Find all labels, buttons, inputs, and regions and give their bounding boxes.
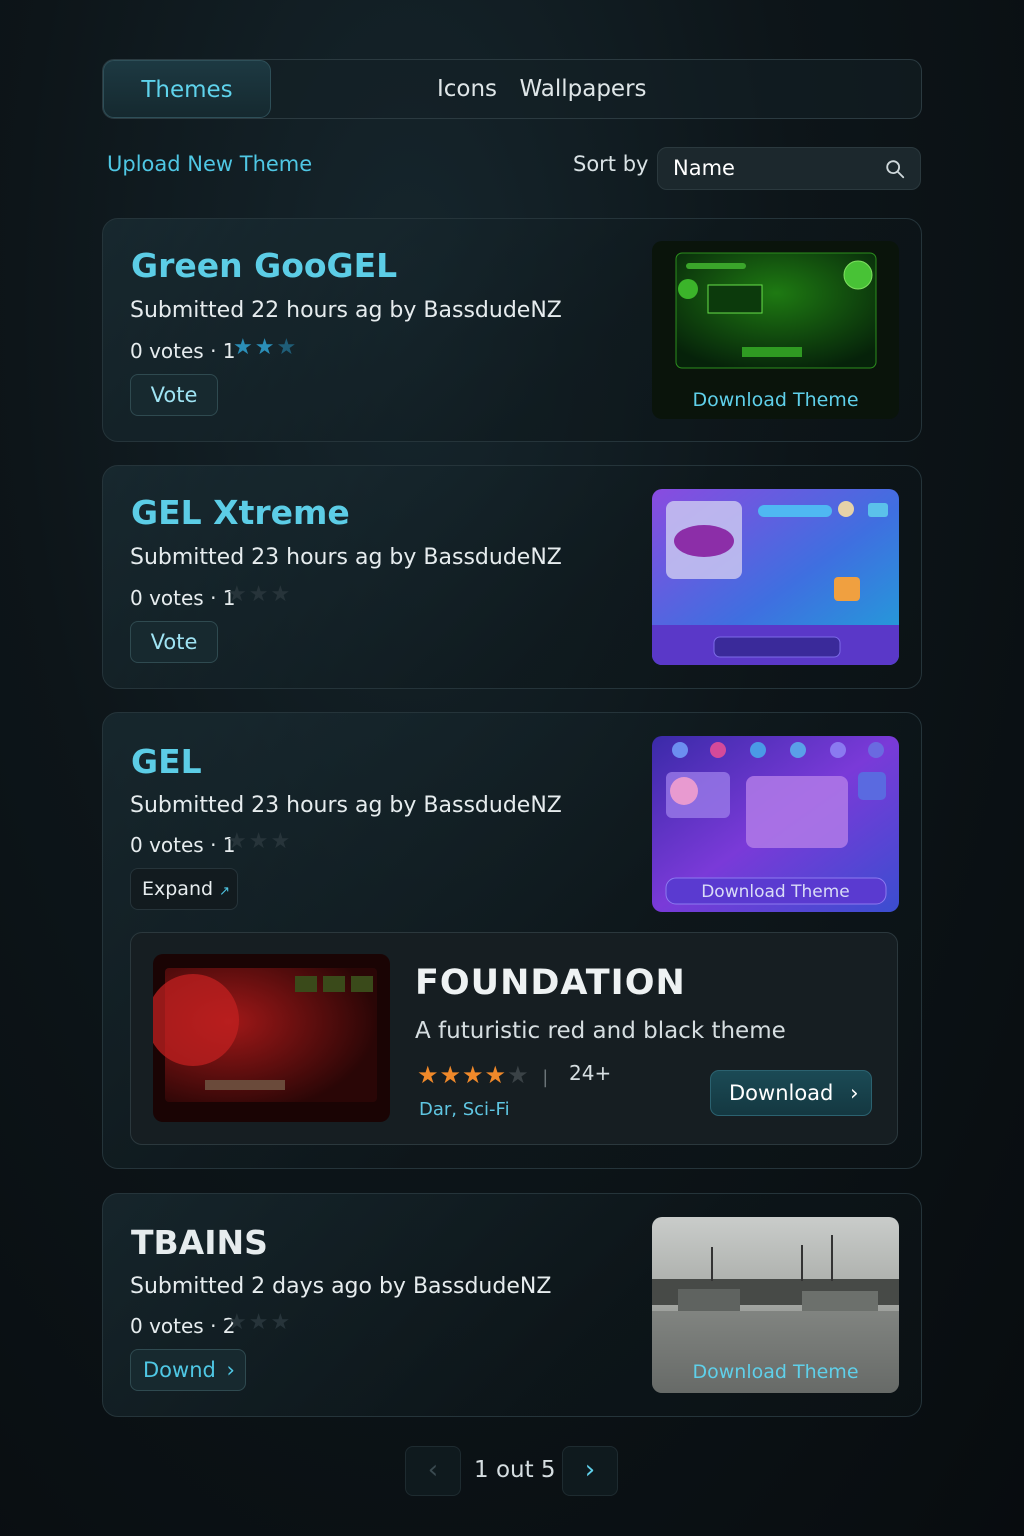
rating-stars: ★★★ bbox=[227, 582, 292, 607]
theme-card: TBAINS Submitted 2 days ago by BassdudeN… bbox=[102, 1193, 922, 1417]
sort-by-label: Sort by bbox=[573, 152, 649, 176]
external-link-icon: ↗ bbox=[219, 884, 231, 899]
featured-rating: ★★★★★ | bbox=[417, 1061, 549, 1089]
previous-page-button[interactable]: ‹ bbox=[405, 1446, 461, 1496]
tab-themes[interactable]: Themes bbox=[103, 60, 271, 118]
theme-thumbnail[interactable]: Download Theme bbox=[652, 241, 899, 419]
upload-new-theme-link[interactable]: Upload New Theme bbox=[107, 152, 312, 176]
vote-button[interactable]: Vote bbox=[130, 621, 218, 663]
download-button[interactable]: Download › bbox=[710, 1070, 872, 1116]
theme-card: GEL Submitted 23 hours ag by BassdudeNZ … bbox=[102, 712, 922, 1169]
star-icon: ★ bbox=[484, 1061, 508, 1089]
star-icon: ★ bbox=[270, 1310, 293, 1335]
download-button[interactable]: Downd › bbox=[130, 1349, 246, 1391]
download-button-label: Downd bbox=[143, 1358, 216, 1382]
theme-card: GEL Xtreme Submitted 23 hours ag by Bass… bbox=[102, 465, 922, 689]
featured-description: A futuristic red and black theme bbox=[415, 1018, 786, 1044]
theme-submitted: Submitted 23 hours ag by BassdudeNZ bbox=[130, 545, 562, 570]
star-icon: ★ bbox=[462, 1061, 485, 1089]
download-theme-link[interactable]: Download Theme bbox=[652, 882, 899, 902]
featured-preview-graphic bbox=[153, 954, 390, 1122]
star-icon: ★ bbox=[248, 582, 271, 607]
theme-votes: 0 votes · 1 bbox=[130, 586, 236, 610]
download-theme-link[interactable]: Download Theme bbox=[652, 1361, 899, 1383]
theme-thumbnail[interactable]: Download Theme bbox=[652, 1217, 899, 1393]
theme-votes: 0 votes · 1 bbox=[130, 833, 236, 857]
chevron-right-icon: › bbox=[584, 1455, 596, 1485]
chevron-right-icon: › bbox=[226, 1358, 235, 1382]
star-icon: ★ bbox=[227, 1310, 249, 1335]
star-icon: ★ bbox=[439, 1061, 463, 1089]
tab-wallpapers[interactable]: Wallpapers bbox=[483, 60, 683, 118]
expand-label: Expand bbox=[142, 878, 214, 900]
theme-submitted: Submitted 22 hours ag by BassdudeNZ bbox=[130, 298, 562, 323]
sort-value: Name bbox=[673, 156, 735, 180]
star-icon: ★ bbox=[227, 829, 249, 854]
download-button-label: Download bbox=[729, 1081, 834, 1105]
theme-thumbnail[interactable] bbox=[652, 489, 899, 665]
search-icon[interactable] bbox=[884, 158, 906, 180]
star-icon: ★ bbox=[227, 582, 249, 607]
theme-thumbnail[interactable]: Download Theme bbox=[652, 736, 899, 912]
featured-title: FOUNDATION bbox=[415, 963, 686, 1003]
star-icon: ★ bbox=[507, 1061, 530, 1089]
star-icon: ★ bbox=[254, 335, 277, 360]
theme-submitted: Submitted 23 hours ag by BassdudeNZ bbox=[130, 793, 562, 818]
star-icon: ★ bbox=[270, 829, 293, 854]
rating-stars: ★★★ bbox=[233, 335, 298, 360]
featured-theme-panel: FOUNDATION A futuristic red and black th… bbox=[130, 932, 898, 1145]
chevron-left-icon: ‹ bbox=[427, 1455, 439, 1485]
rating-divider: | bbox=[542, 1067, 550, 1088]
featured-tags: Dar, Sci-Fi bbox=[419, 1099, 510, 1120]
star-icon: ★ bbox=[276, 335, 299, 360]
next-page-button[interactable]: › bbox=[562, 1446, 618, 1496]
rating-stars: ★★★ bbox=[227, 829, 292, 854]
star-icon: ★ bbox=[248, 829, 271, 854]
star-icon: ★ bbox=[417, 1061, 440, 1089]
theme-votes: 0 votes · 2 bbox=[130, 1314, 236, 1338]
star-icon: ★ bbox=[248, 1310, 271, 1335]
featured-theme-image[interactable] bbox=[153, 954, 390, 1122]
theme-title[interactable]: TBAINS bbox=[131, 1223, 268, 1262]
page-indicator: 1 out 5 bbox=[474, 1457, 556, 1483]
theme-submitted: Submitted 2 days ago by BassdudeNZ bbox=[130, 1274, 552, 1299]
tab-bar: Themes Icons Wallpapers bbox=[102, 59, 922, 119]
expand-button[interactable]: Expand ↗ bbox=[130, 868, 238, 910]
rating-stars: ★★★ bbox=[227, 1310, 292, 1335]
theme-title[interactable]: GEL bbox=[131, 742, 202, 781]
theme-title[interactable]: GEL Xtreme bbox=[131, 493, 350, 532]
theme-preview-image bbox=[652, 489, 899, 665]
age-rating: 24+ bbox=[569, 1061, 612, 1085]
star-icon: ★ bbox=[270, 582, 293, 607]
download-theme-link[interactable]: Download Theme bbox=[652, 389, 899, 411]
theme-votes: 0 votes · 1 bbox=[130, 339, 236, 363]
theme-title[interactable]: Green GooGEL bbox=[131, 246, 397, 285]
star-icon: ★ bbox=[233, 335, 255, 360]
sort-select[interactable]: Name bbox=[657, 147, 921, 190]
chevron-right-icon: › bbox=[850, 1081, 859, 1105]
vote-button[interactable]: Vote bbox=[130, 374, 218, 416]
theme-card: Green GooGEL Submitted 22 hours ag by Ba… bbox=[102, 218, 922, 442]
